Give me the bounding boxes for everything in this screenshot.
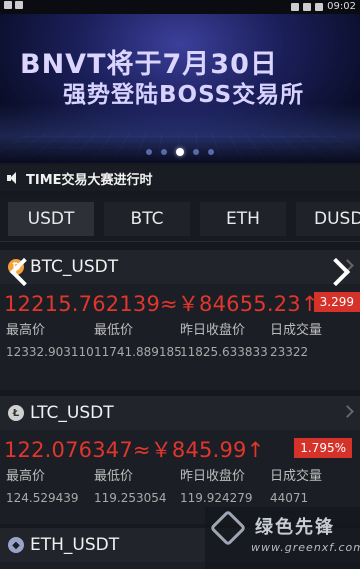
stat-value: 119.253054: [94, 491, 167, 505]
tab-btc[interactable]: BTC: [104, 202, 190, 236]
price-row: 12215.762139≈￥84655.23↑ 3.299: [4, 288, 360, 318]
banner-dot[interactable]: [146, 149, 152, 155]
market-card-header[interactable]: ₿ BTC_USDT: [0, 250, 360, 284]
download-icon: [15, 1, 24, 9]
banner-dot-active[interactable]: [176, 148, 184, 156]
stat-volume: 日成交量 23322: [270, 322, 360, 361]
pair-name: BTC_USDT: [30, 257, 119, 277]
tab-usdt[interactable]: USDT: [8, 202, 94, 236]
stat-volume: 日成交量 44071: [270, 468, 360, 507]
pair-name: LTC_USDT: [30, 403, 114, 423]
stat-label: 最高价: [6, 469, 46, 484]
watermark-url: www.greenxf.com: [251, 541, 360, 554]
stat-value: 11741.889185: [94, 345, 182, 359]
pair-name: ETH_USDT: [30, 535, 120, 555]
battery-icon: [315, 2, 324, 11]
location-icon: [291, 2, 300, 11]
stat-low: 最低价 11741.889185: [94, 322, 184, 361]
banner-pagination: [0, 148, 360, 156]
status-bar-notifications: [4, 1, 24, 12]
stat-prev-close: 昨日收盘价 119.924279: [180, 468, 270, 507]
stat-label: 最高价: [6, 323, 46, 338]
watermark: 绿色先锋 www.greenxf.com: [205, 507, 360, 569]
stat-label: 昨日收盘价: [180, 323, 246, 338]
market-card-ltc-usdt[interactable]: Ł LTC_USDT 122.076347≈￥845.99↑ 1.795% 最高…: [0, 396, 360, 524]
ethereum-icon: ◆: [8, 537, 24, 553]
last-price: 12215.762139≈￥84655.23↑: [4, 292, 319, 316]
banner-dot[interactable]: [161, 149, 167, 155]
stat-value: 44071: [270, 491, 309, 505]
status-bar: 09:02: [0, 0, 360, 14]
stat-value: 124.529439: [6, 491, 79, 505]
last-price: 122.076347≈￥845.99↑: [4, 438, 265, 462]
banner-dot[interactable]: [193, 149, 199, 155]
announcement-bar[interactable]: TIME交易大赛进行时: [0, 165, 360, 191]
status-time: 09:02: [327, 1, 356, 12]
change-badge: 3.299: [313, 292, 360, 312]
notification-icon: [4, 1, 12, 9]
stat-low: 最低价 119.253054: [94, 468, 184, 507]
stat-value: 12332.903110: [6, 345, 94, 359]
stat-value: 119.924279: [180, 491, 253, 505]
stat-high: 最高价 12332.903110: [6, 322, 96, 361]
status-bar-system: 09:02: [291, 1, 356, 12]
stat-value: 23322: [270, 345, 309, 359]
promo-banner[interactable]: BNVT将于7月30日 强势登陆BOSS交易所: [0, 14, 360, 163]
stat-label: 最低价: [94, 323, 134, 338]
next-market-arrow-icon[interactable]: [328, 253, 350, 291]
watermark-logo-icon: [209, 509, 247, 547]
market-tabs: USDT BTC ETH DUSD: [0, 196, 360, 242]
stat-label: 日成交量: [270, 323, 323, 338]
chevron-right-icon: [341, 405, 354, 418]
speaker-icon: [6, 171, 20, 185]
stat-high: 最高价 124.529439: [6, 468, 96, 507]
prev-market-arrow-icon[interactable]: [8, 253, 30, 291]
stat-label: 日成交量: [270, 469, 323, 484]
price-row: 122.076347≈￥845.99↑ 1.795%: [4, 434, 356, 464]
stat-label: 最低价: [94, 469, 134, 484]
market-card-btc-usdt[interactable]: ₿ BTC_USDT 12215.762139≈￥84655.23↑ 3.299…: [0, 250, 360, 390]
stat-prev-close: 昨日收盘价 11825.633833: [180, 322, 270, 361]
announcement-text: TIME交易大赛进行时: [26, 172, 153, 188]
banner-dot[interactable]: [208, 149, 214, 155]
watermark-title: 绿色先锋: [255, 517, 335, 538]
wifi-icon: [303, 2, 312, 11]
banner-subheadline: 强势登陆BOSS交易所: [63, 82, 305, 108]
stat-label: 昨日收盘价: [180, 469, 246, 484]
market-card-header[interactable]: Ł LTC_USDT: [0, 396, 360, 430]
change-badge: 1.795%: [294, 438, 352, 458]
stat-value: 11825.633833: [180, 345, 268, 359]
litecoin-icon: Ł: [8, 405, 24, 421]
tab-dusd[interactable]: DUSD: [296, 202, 360, 236]
tab-eth[interactable]: ETH: [200, 202, 286, 236]
